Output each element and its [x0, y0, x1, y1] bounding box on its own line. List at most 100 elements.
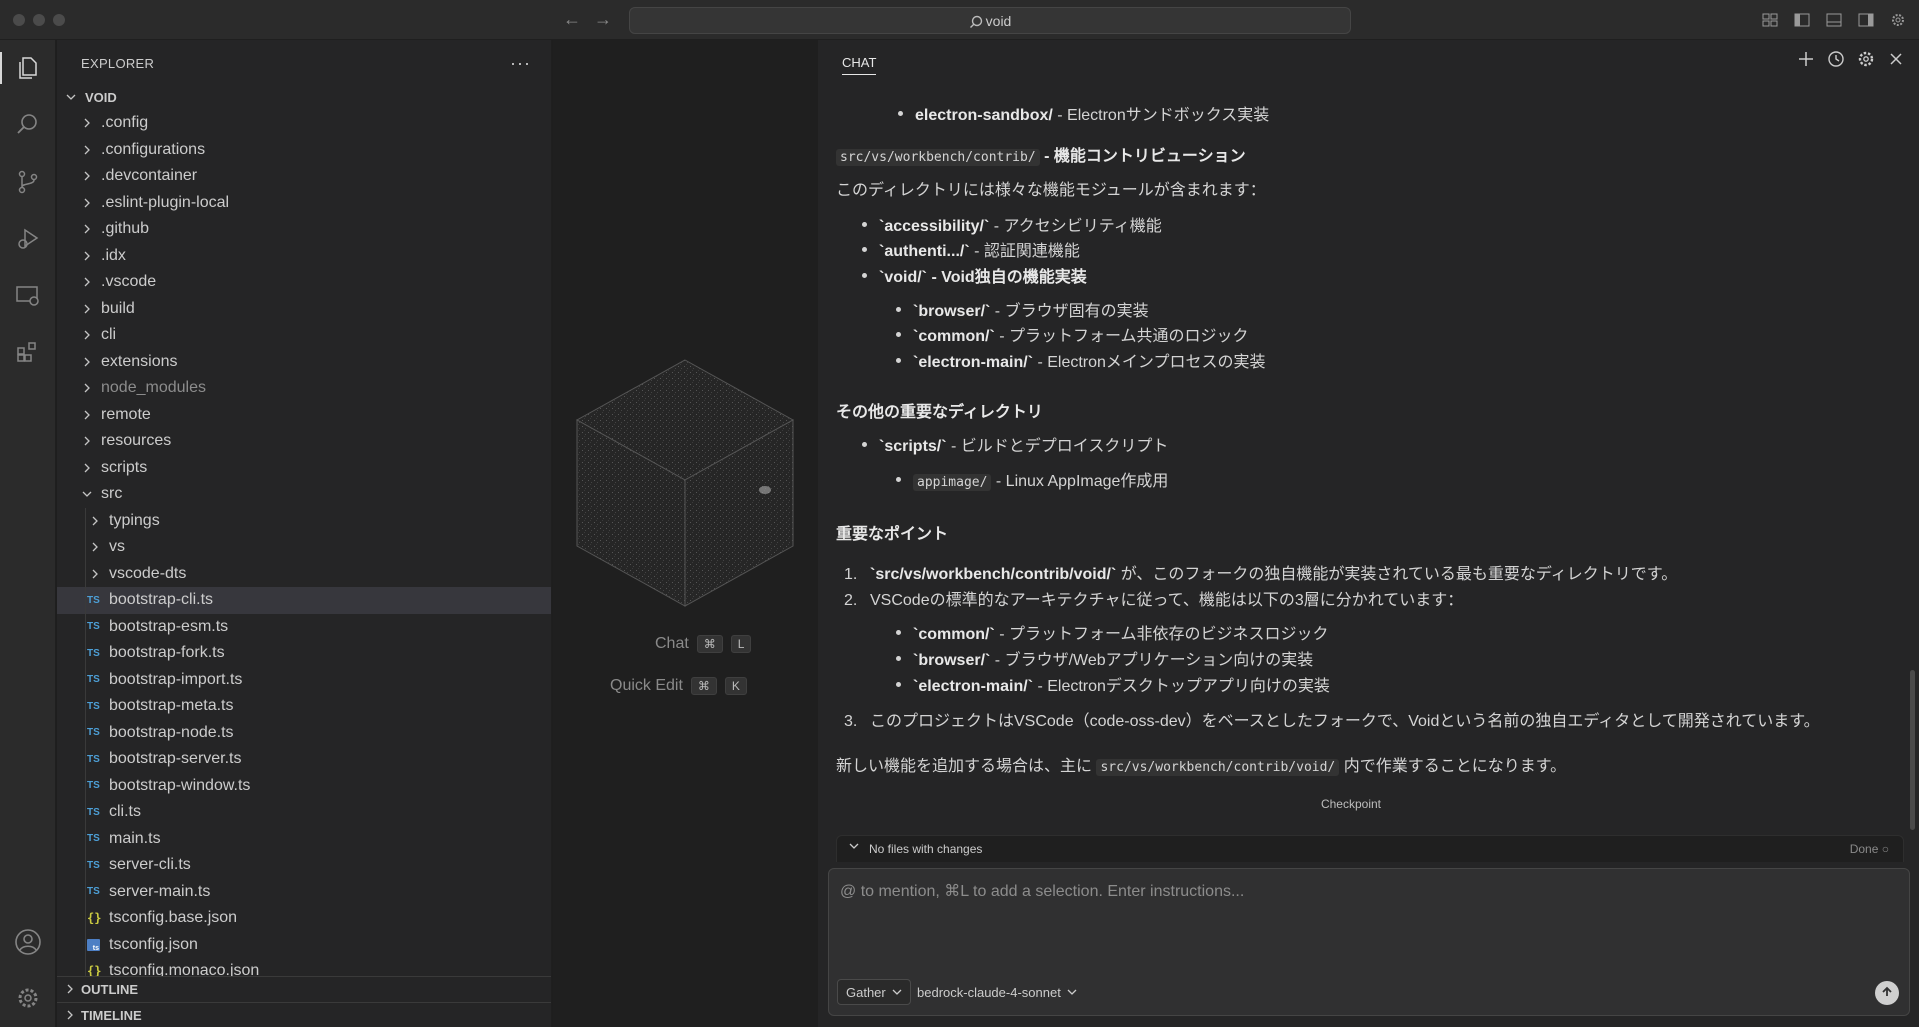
tree-item-label: extensions [101, 352, 178, 370]
checkpoint-label[interactable]: Checkpoint [836, 797, 1866, 811]
chevron-right-icon [65, 1008, 75, 1023]
tree-item[interactable]: .eslint-plugin-local [57, 190, 551, 217]
arrow-up-icon [1881, 986, 1893, 1001]
chat-key-cmd: ⌘ [696, 635, 723, 653]
tree-item[interactable]: TS bootstrap-import.ts [57, 666, 551, 693]
tree-item[interactable]: TS main.ts [57, 825, 551, 852]
tree-item[interactable]: {} tsconfig.base.json [57, 905, 551, 932]
section-heading: 重要なポイント [836, 526, 949, 543]
tree-item[interactable]: resources [57, 428, 551, 455]
toggle-panel-icon[interactable] [1824, 10, 1843, 29]
tree-item[interactable]: vs [57, 534, 551, 561]
tree-item[interactable]: typings [57, 507, 551, 534]
chat-settings-gear-icon[interactable] [1857, 50, 1875, 71]
tree-item[interactable]: cli [57, 322, 551, 349]
history-icon[interactable] [1827, 50, 1845, 71]
source-control-icon[interactable] [12, 166, 44, 198]
tree-item[interactable]: .devcontainer [57, 163, 551, 190]
tree-item[interactable]: vscode-dts [57, 560, 551, 587]
typescript-file-icon: TS [87, 647, 100, 659]
tree-item[interactable]: TS bootstrap-server.ts [57, 746, 551, 773]
quick-edit-key-k: K [724, 677, 747, 695]
tree-item[interactable]: TS bootstrap-meta.ts [57, 693, 551, 720]
tree-item[interactable]: .idx [57, 243, 551, 270]
chat-scrollbar[interactable] [1910, 670, 1915, 830]
new-chat-plus-icon[interactable] [1797, 50, 1815, 71]
list-item: `accessibility/` - アクセシビリティ機能 [862, 212, 1162, 236]
tree-item[interactable]: TS bootstrap-fork.ts [57, 640, 551, 667]
list-item: `electron-main/` - Electronデスクトップアプリ向けの実… [896, 672, 1330, 696]
tree-item[interactable]: build [57, 296, 551, 323]
tree-item[interactable]: tsconfig.json [57, 931, 551, 958]
manage-gear-icon[interactable] [12, 982, 44, 1014]
chat-input-placeholder[interactable]: @ to mention, ⌘L to add a selection. Ent… [840, 881, 1244, 901]
indent-guide [85, 507, 86, 534]
tree-item[interactable]: .config [57, 110, 551, 137]
tree-item[interactable]: src [57, 481, 551, 508]
tree-root-void[interactable]: VOID [57, 84, 551, 110]
accounts-icon[interactable] [12, 926, 44, 958]
tree-item[interactable]: node_modules [57, 375, 551, 402]
send-button[interactable] [1875, 981, 1899, 1005]
close-window-button[interactable] [13, 14, 25, 26]
typescript-file-icon: TS [87, 753, 100, 765]
list-item: `authenti.../` - 認証関連機能 [862, 237, 1080, 261]
tree-item[interactable]: remote [57, 402, 551, 429]
outline-section[interactable]: OUTLINE [57, 976, 551, 1002]
chat-tab-title[interactable]: CHAT [842, 55, 877, 75]
tree-item[interactable]: .vscode [57, 269, 551, 296]
search-icon[interactable] [12, 108, 44, 140]
back-arrow-icon[interactable]: ← [563, 9, 581, 30]
tree-item-label: main.ts [109, 829, 161, 847]
done-button[interactable]: Done ○ [1850, 842, 1889, 856]
chat-input-box[interactable]: @ to mention, ⌘L to add a selection. Ent… [828, 868, 1910, 1016]
chat-shortcut-hint: Chat ⌘ L [655, 635, 752, 653]
mode-dropdown[interactable]: Gather [837, 979, 911, 1005]
quick-edit-key-cmd: ⌘ [690, 677, 717, 695]
close-chat-icon[interactable] [1887, 50, 1905, 71]
timeline-section[interactable]: TIMELINE [57, 1002, 551, 1027]
more-actions-icon[interactable]: ··· [510, 53, 531, 74]
tree-item[interactable]: scripts [57, 455, 551, 482]
chevron-right-icon [79, 251, 95, 261]
tree-item-label: remote [101, 405, 151, 423]
toggle-primary-sidebar-icon[interactable] [1792, 10, 1811, 29]
chat-panel: CHAT electron-sandbox/ - Electronサンドボックス… [817, 40, 1919, 1027]
list-item: `scripts/` - ビルドとデプロイスクリプト [862, 432, 1168, 456]
tree-item[interactable]: .github [57, 216, 551, 243]
chat-key-l: L [730, 635, 752, 653]
chevron-down-icon [63, 92, 79, 102]
maximize-window-button[interactable] [53, 14, 65, 26]
settings-gear-icon[interactable] [1888, 10, 1907, 29]
tree-item[interactable]: TS server-main.ts [57, 878, 551, 905]
tree-item-label: src [101, 485, 123, 503]
indent-guide [85, 799, 86, 826]
file-changes-bar[interactable]: No files with changes Done ○ [836, 835, 1904, 862]
minimize-window-button[interactable] [33, 14, 45, 26]
tree-item[interactable]: TS bootstrap-cli.ts [57, 587, 551, 614]
model-dropdown[interactable]: bedrock-claude-4-sonnet [917, 979, 1077, 1005]
tree-item[interactable]: TS server-cli.ts [57, 852, 551, 879]
tree-item[interactable]: TS bootstrap-window.ts [57, 772, 551, 799]
tree-item[interactable]: .configurations [57, 137, 551, 164]
run-debug-icon[interactable] [12, 222, 44, 254]
tree-item[interactable]: TS bootstrap-esm.ts [57, 613, 551, 640]
numbered-item: 2. VSCodeの標準的なアーキテクチャに従って、機能は以下の3層に分かれていま… [844, 592, 1464, 609]
tree-item[interactable]: TS bootstrap-node.ts [57, 719, 551, 746]
explorer-files-icon[interactable] [0, 52, 44, 84]
typescript-file-icon: TS [87, 700, 100, 712]
indent-guide [85, 587, 86, 614]
tsconfig-file-icon [87, 938, 100, 952]
forward-arrow-icon[interactable]: → [594, 9, 612, 30]
remote-explorer-icon[interactable] [12, 280, 44, 312]
extensions-icon[interactable] [12, 336, 44, 368]
tree-item[interactable]: extensions [57, 349, 551, 376]
tree-item[interactable]: TS cli.ts [57, 799, 551, 826]
indent-guide [85, 560, 86, 587]
tree-item-label: tsconfig.json [109, 935, 198, 953]
command-center-search[interactable]: void [629, 7, 1351, 34]
customize-layout-icon[interactable] [1760, 10, 1779, 29]
indent-guide [85, 640, 86, 667]
chevron-right-icon [79, 171, 95, 181]
toggle-secondary-sidebar-icon[interactable] [1856, 10, 1875, 29]
